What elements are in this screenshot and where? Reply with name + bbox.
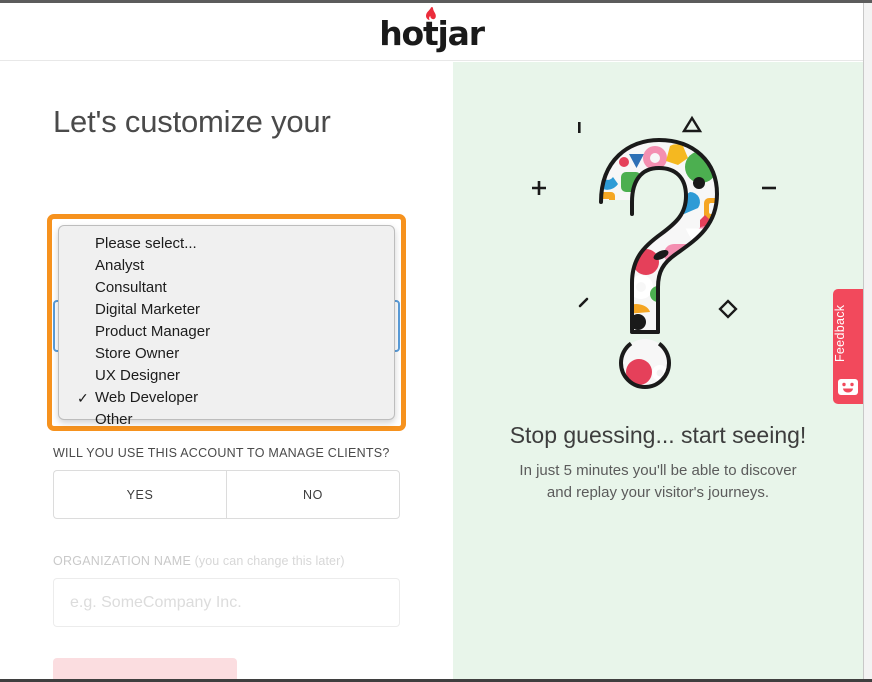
- role-dropdown-list[interactable]: Please select... Analyst Consultant Digi…: [58, 225, 395, 428]
- promo-pane: Stop guessing... start seeing! In just 5…: [453, 62, 863, 679]
- dropdown-option[interactable]: Other: [59, 409, 394, 431]
- feedback-tab[interactable]: Feedback: [833, 289, 863, 404]
- dropdown-option-label: Other: [95, 411, 133, 428]
- dropdown-option-selected[interactable]: ✓ Web Developer: [59, 387, 394, 409]
- dropdown-option[interactable]: Analyst: [59, 255, 394, 277]
- dropdown-option-label: Consultant: [95, 279, 167, 296]
- flame-icon: [425, 7, 436, 21]
- manage-clients-toggle: YES NO: [53, 470, 400, 519]
- organization-name-label-hint: (you can change this later): [191, 554, 345, 568]
- hotjar-logo: hotjar: [379, 7, 485, 53]
- signup-form-pane: Let's customize your Please select... An…: [0, 62, 453, 682]
- dropdown-option-label: Digital Marketer: [95, 301, 201, 318]
- dropdown-option[interactable]: Digital Marketer: [59, 299, 394, 321]
- dropdown-option-label: Store Owner: [95, 345, 180, 362]
- promo-subtitle-line1: In just 5 minutes you'll be able to disc…: [519, 462, 797, 479]
- promo-title: Stop guessing... start seeing!: [509, 422, 807, 448]
- promo-subtitle-line2: and replay your visitor's journeys.: [546, 484, 770, 501]
- organization-name-input[interactable]: [53, 578, 400, 627]
- smiley-face-icon: [838, 379, 858, 395]
- window-scrollbar-gutter[interactable]: [863, 3, 872, 682]
- check-icon: ✓: [77, 390, 89, 406]
- dropdown-option[interactable]: Product Manager: [59, 321, 394, 343]
- dropdown-option-label: Web Developer: [95, 389, 199, 406]
- page-title: Let's customize your: [53, 104, 331, 139]
- app-window: hotjar Let's customize your Please selec…: [0, 0, 872, 682]
- dropdown-option[interactable]: Consultant: [59, 277, 394, 299]
- page-header: hotjar: [0, 3, 863, 61]
- dropdown-option-label: Product Manager: [95, 323, 211, 340]
- organization-name-label-main: ORGANIZATION NAME: [53, 554, 192, 568]
- organization-name-label: ORGANIZATION NAME (you can change this l…: [53, 554, 345, 568]
- dropdown-option[interactable]: UX Designer: [59, 365, 394, 387]
- feedback-tab-label: Feedback: [833, 304, 847, 362]
- dropdown-option-label: Please select...: [95, 235, 197, 252]
- dropdown-option-label: UX Designer: [95, 367, 181, 384]
- manage-clients-label: WILL YOU USE THIS ACCOUNT TO MANAGE CLIE…: [53, 446, 390, 460]
- clients-yes-button[interactable]: YES: [53, 470, 226, 519]
- question-mark-illustration: [532, 115, 776, 389]
- dropdown-option[interactable]: Please select...: [59, 233, 394, 255]
- dropdown-option[interactable]: Store Owner: [59, 343, 394, 365]
- dropdown-option-label: Analyst: [95, 257, 145, 274]
- promo-subtitle: In just 5 minutes you'll be able to disc…: [453, 460, 863, 504]
- clients-no-button[interactable]: NO: [226, 470, 400, 519]
